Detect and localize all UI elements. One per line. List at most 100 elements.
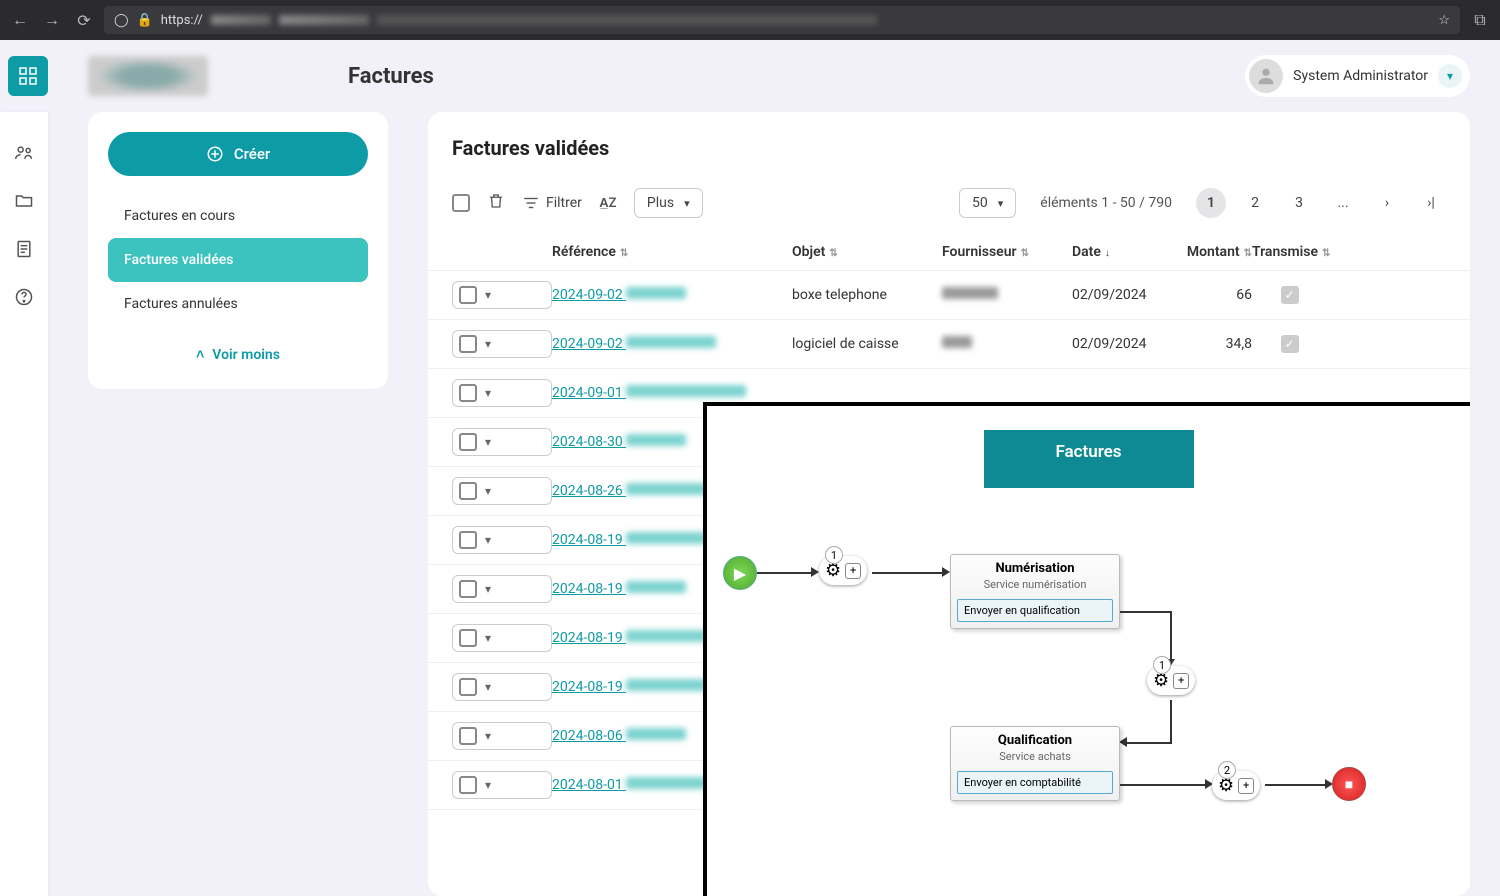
- row-checkbox[interactable]: [459, 776, 477, 794]
- card1-action[interactable]: Envoyer en qualification: [957, 599, 1113, 622]
- sidebar-item-validees[interactable]: Factures validées: [108, 238, 368, 282]
- row-checkbox[interactable]: [459, 531, 477, 549]
- extension-icon[interactable]: ⧉: [1468, 10, 1492, 30]
- row-select[interactable]: ▾: [452, 526, 552, 554]
- apps-menu-button[interactable]: [8, 56, 48, 96]
- table-row[interactable]: ▾2024-09-02 boxe telephone02/09/202466✓: [428, 271, 1470, 320]
- document-icon[interactable]: [13, 238, 35, 260]
- shield-icon: ◯: [114, 13, 129, 28]
- reference-link[interactable]: 2024-08-06: [552, 728, 686, 744]
- chevron-down-icon: ▾: [485, 778, 491, 792]
- row-select[interactable]: ▾: [452, 330, 552, 358]
- row-select[interactable]: ▾: [452, 771, 552, 799]
- sidebar-item-annulees[interactable]: Factures annulées: [108, 282, 368, 326]
- url-bar[interactable]: ◯ 🔒 https:// ☆: [104, 6, 1460, 34]
- reference-link[interactable]: 2024-09-01: [552, 385, 746, 401]
- chevron-down-icon: ▾: [485, 288, 491, 302]
- col-fournisseur[interactable]: Fournisseur⇅: [942, 244, 1072, 260]
- row-select[interactable]: ▾: [452, 477, 552, 505]
- chevron-down-icon: ▾: [485, 337, 491, 351]
- see-less-button[interactable]: ˄ Voir moins: [108, 326, 368, 369]
- row-checkbox[interactable]: [459, 286, 477, 304]
- page-2-button[interactable]: 2: [1240, 188, 1270, 218]
- auto-task-node-3[interactable]: 2 ⚙ +: [1212, 771, 1260, 800]
- auto-task-node-2[interactable]: 1 ⚙ +: [1147, 666, 1195, 695]
- row-select[interactable]: ▾: [452, 575, 552, 603]
- reference-link[interactable]: 2024-08-19: [552, 581, 686, 597]
- page-title: Factures: [348, 64, 1245, 89]
- row-select[interactable]: ▾: [452, 379, 552, 407]
- reference-link[interactable]: 2024-08-26: [552, 483, 716, 499]
- col-montant[interactable]: Montant⇅: [1162, 244, 1252, 260]
- row-checkbox[interactable]: [459, 433, 477, 451]
- row-checkbox[interactable]: [459, 678, 477, 696]
- create-button[interactable]: Créer: [108, 132, 368, 176]
- reload-icon[interactable]: ⟳: [72, 11, 96, 30]
- url-blur: [211, 15, 271, 25]
- reference-link[interactable]: 2024-09-02: [552, 287, 686, 303]
- reference-link[interactable]: 2024-08-01: [552, 777, 716, 793]
- forward-icon[interactable]: →: [40, 10, 64, 30]
- sidebar: Créer Factures en cours Factures validée…: [88, 112, 388, 389]
- col-date[interactable]: Date↓: [1072, 244, 1162, 260]
- chevron-down-icon: ▾: [485, 582, 491, 596]
- delete-icon[interactable]: [484, 192, 508, 214]
- plus-icon[interactable]: +: [1173, 673, 1189, 689]
- workflow-diagram: Factures ▶ 1 ⚙ + Numéris: [703, 402, 1470, 896]
- cell-transmise: ✓: [1252, 335, 1327, 353]
- select-all-checkbox[interactable]: [452, 194, 470, 212]
- cell-fournisseur: [942, 287, 1072, 303]
- sort-az-icon[interactable]: A̲Z: [596, 195, 620, 211]
- plus-button[interactable]: Plus ▾: [634, 188, 703, 218]
- url-prefix: https://: [161, 13, 203, 28]
- page-more: ...: [1328, 188, 1358, 218]
- page-1-button[interactable]: 1: [1196, 188, 1226, 218]
- help-icon[interactable]: [13, 286, 35, 308]
- row-select[interactable]: ▾: [452, 428, 552, 456]
- last-page-icon[interactable]: ›|: [1416, 188, 1446, 218]
- reference-link[interactable]: 2024-08-30: [552, 434, 686, 450]
- folder-icon[interactable]: [13, 190, 35, 212]
- filter-button[interactable]: Filtrer: [522, 194, 582, 212]
- col-reference[interactable]: Référence⇅: [552, 244, 792, 260]
- row-checkbox[interactable]: [459, 629, 477, 647]
- plus-icon[interactable]: +: [845, 563, 861, 579]
- back-icon[interactable]: ←: [8, 10, 32, 30]
- row-select[interactable]: ▾: [452, 722, 552, 750]
- chevron-down-icon: ▾: [485, 680, 491, 694]
- card2-action[interactable]: Envoyer en comptabilité: [957, 771, 1113, 794]
- page-3-button[interactable]: 3: [1284, 188, 1314, 218]
- table-row[interactable]: ▾2024-09-02 logiciel de caisse02/09/2024…: [428, 320, 1470, 369]
- row-checkbox[interactable]: [459, 727, 477, 745]
- col-objet[interactable]: Objet⇅: [792, 244, 942, 260]
- row-checkbox[interactable]: [459, 384, 477, 402]
- start-node-icon[interactable]: ▶: [723, 556, 757, 590]
- row-checkbox[interactable]: [459, 335, 477, 353]
- numerisation-card[interactable]: Numérisation Service numérisation Envoye…: [950, 554, 1120, 629]
- url-blur: [377, 15, 877, 25]
- plus-icon[interactable]: +: [1238, 778, 1254, 794]
- reference-link[interactable]: 2024-08-19: [552, 630, 716, 646]
- row-checkbox[interactable]: [459, 482, 477, 500]
- avatar-icon: [1249, 59, 1283, 93]
- user-menu[interactable]: System Administrator ▾: [1245, 55, 1470, 97]
- col-transmise[interactable]: Transmise⇅: [1252, 244, 1327, 260]
- page-info: éléments 1 - 50 / 790: [1040, 195, 1172, 211]
- page-size-select[interactable]: 50 ▾: [959, 188, 1016, 218]
- cell-fournisseur: [942, 336, 1072, 352]
- next-page-icon[interactable]: ›: [1372, 188, 1402, 218]
- chevron-down-icon: ▾: [485, 484, 491, 498]
- row-select[interactable]: ▾: [452, 624, 552, 652]
- star-icon[interactable]: ☆: [1438, 13, 1450, 28]
- lock-icon: 🔒: [137, 13, 153, 28]
- row-select[interactable]: ▾: [452, 281, 552, 309]
- users-icon[interactable]: [13, 142, 35, 164]
- end-node-icon[interactable]: ■: [1332, 767, 1366, 801]
- row-checkbox[interactable]: [459, 580, 477, 598]
- reference-link[interactable]: 2024-09-02: [552, 336, 716, 352]
- content-title: Factures validées: [428, 136, 1470, 180]
- qualification-card[interactable]: Qualification Service achats Envoyer en …: [950, 726, 1120, 801]
- sidebar-item-en-cours[interactable]: Factures en cours: [108, 194, 368, 238]
- row-select[interactable]: ▾: [452, 673, 552, 701]
- auto-task-node-1[interactable]: 1 ⚙ +: [819, 556, 867, 585]
